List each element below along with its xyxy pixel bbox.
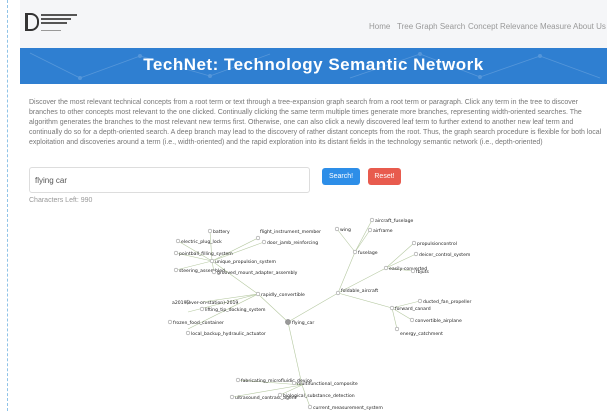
svg-text:multifunctional_composite: multifunctional_composite: [297, 381, 358, 387]
logo-mark-icon: [25, 13, 39, 31]
svg-text:energy_catchment: energy_catchment: [400, 331, 443, 337]
graph-node[interactable]: a2019(ever-on-station)-2019: [172, 299, 238, 306]
graph-node[interactable]: electric_plug_lock: [175, 238, 222, 245]
logo-text-line: [41, 14, 77, 16]
graph-node[interactable]: aircraft_fuselage: [369, 217, 413, 224]
graph-node[interactable]: frozen_food_container: [167, 319, 224, 326]
svg-text:local_backup_hydraulic_actuato: local_backup_hydraulic_actuator: [191, 331, 266, 337]
svg-text:airframe: airframe: [373, 228, 393, 234]
svg-text:foldable_aircraft: foldable_aircraft: [341, 288, 378, 294]
top-navbar: Home Tree Graph Search Concept Relevance…: [20, 0, 607, 48]
logo-text-line: [41, 18, 71, 20]
graph-node[interactable]: rapidly_convertible: [255, 291, 305, 298]
graph-node[interactable]: energy_catchment: [394, 326, 443, 337]
svg-text:lifting_tip_docking_system: lifting_tip_docking_system: [205, 307, 266, 313]
svg-text:rapidly_convertible: rapidly_convertible: [261, 292, 305, 298]
graph-node[interactable]: flight_instrument_member: [255, 229, 321, 241]
svg-text:forward_canard: forward_canard: [395, 306, 431, 312]
site-logo[interactable]: [25, 11, 85, 37]
tree-graph[interactable]: flying_car rapidly_convertible unique_pr…: [20, 205, 607, 411]
svg-text:convertible_airplane: convertible_airplane: [415, 318, 462, 324]
logo-text-line: [41, 22, 67, 24]
page-title: TechNet: Technology Semantic Network: [143, 55, 484, 74]
graph-node[interactable]: current_measurement_system: [307, 404, 383, 411]
graph-node[interactable]: airframe: [367, 227, 393, 234]
graph-node-flying-car[interactable]: flying_car: [285, 319, 314, 326]
graph-node[interactable]: unique_propulsion_system: [209, 258, 276, 265]
page: Home Tree Graph Search Concept Relevance…: [20, 0, 607, 411]
svg-text:current_measurement_system: current_measurement_system: [313, 405, 383, 411]
svg-text:door_jamb_reinforcing: door_jamb_reinforcing: [267, 240, 318, 246]
graph-node[interactable]: propulsioncontrol: [411, 240, 457, 247]
logo-text-line: [41, 30, 61, 31]
nav-link-tree-graph-search[interactable]: Tree Graph Search: [397, 22, 465, 31]
graph-node[interactable]: fuselage: [352, 249, 378, 256]
svg-text:electric_plug_lock: electric_plug_lock: [181, 239, 222, 245]
graph-node[interactable]: pointball_filling_system: [173, 250, 233, 257]
svg-text:propulsioncontrol: propulsioncontrol: [417, 241, 457, 247]
svg-text:aircraft_fuselage: aircraft_fuselage: [375, 218, 413, 224]
graph-node[interactable]: local_backup_hydraulic_actuator: [185, 330, 266, 337]
graph-node[interactable]: convertible_airplane: [409, 317, 462, 324]
nav-link-home[interactable]: Home: [369, 22, 390, 31]
graph-node[interactable]: multifunctional_composite: [291, 380, 358, 387]
search-button[interactable]: Search!: [322, 168, 360, 185]
svg-text:a2019(ever-on-station)-2019: a2019(ever-on-station)-2019: [172, 300, 238, 306]
svg-text:biological_substance_detection: biological_substance_detection: [283, 393, 355, 399]
graph-node[interactable]: grooved_mount_adapter_assembly: [211, 269, 298, 276]
svg-text:pointball_filling_system: pointball_filling_system: [179, 251, 233, 257]
nav-link-concept-relevance-measure[interactable]: Concept Relevance Measure: [468, 22, 571, 31]
search-input[interactable]: [29, 167, 310, 193]
svg-text:fuselage: fuselage: [358, 250, 378, 256]
svg-text:flying_car: flying_car: [292, 320, 314, 326]
svg-text:battery: battery: [213, 229, 230, 235]
graph-node[interactable]: deicer_control_system: [413, 251, 471, 258]
graph-node[interactable]: forward_canard: [389, 305, 431, 312]
nav-link-about-us[interactable]: About Us: [573, 22, 606, 31]
svg-text:ducted_fan_propeller: ducted_fan_propeller: [423, 299, 471, 305]
graph-node[interactable]: biological_substance_detection: [277, 392, 355, 399]
svg-text:grooved_mount_adapter_assembly: grooved_mount_adapter_assembly: [217, 270, 298, 276]
graph-node[interactable]: door_jamb_reinforcing: [261, 239, 318, 246]
svg-text:deicer_control_system: deicer_control_system: [419, 252, 471, 258]
svg-text:fbjuts: fbjuts: [416, 269, 430, 275]
graph-node[interactable]: lifting_tip_docking_system: [199, 306, 266, 313]
reset-button[interactable]: Reset!: [368, 168, 401, 185]
graph-nodes[interactable]: flying_car rapidly_convertible unique_pr…: [167, 217, 471, 411]
svg-text:flight_instrument_member: flight_instrument_member: [260, 229, 321, 235]
graph-node[interactable]: ducted_fan_propeller: [417, 298, 471, 305]
graph-node[interactable]: fbjuts: [410, 268, 430, 275]
svg-text:wing: wing: [340, 227, 351, 233]
graph-node[interactable]: battery: [207, 228, 230, 235]
page-margin-guide: [7, 0, 8, 411]
graph-node[interactable]: wing: [334, 226, 351, 233]
graph-node[interactable]: foldable_aircraft: [335, 288, 378, 296]
svg-text:frozen_food_container: frozen_food_container: [173, 320, 224, 326]
hero-banner: TechNet: Technology Semantic Network: [20, 48, 607, 84]
characters-left-counter: Characters Left: 990: [29, 197, 93, 204]
page-description: Discover the most relevant technical con…: [29, 99, 602, 146]
svg-text:unique_propulsion_system: unique_propulsion_system: [215, 259, 276, 265]
